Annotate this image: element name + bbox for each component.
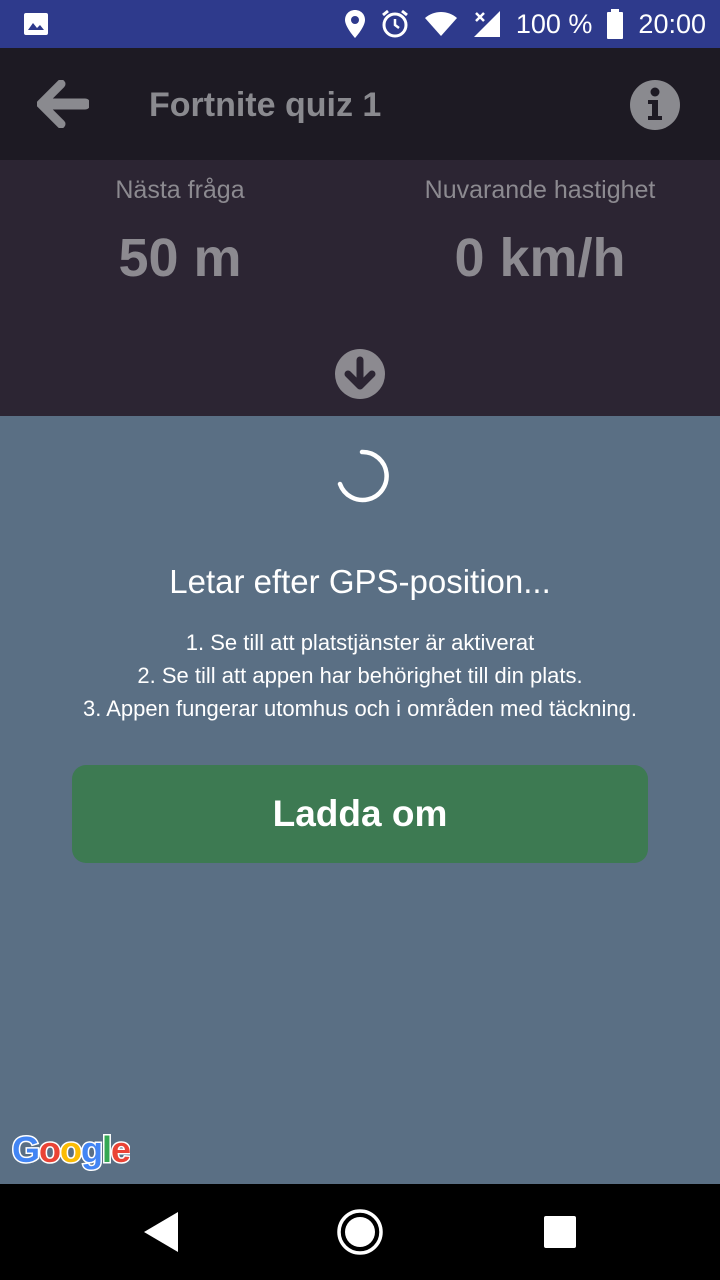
status-bar: 100 % 20:00 xyxy=(0,0,720,48)
page-title: Fortnite quiz 1 xyxy=(149,86,382,124)
google-attribution: Google xyxy=(11,1128,133,1181)
nav-recent-apps-button[interactable] xyxy=(544,1216,576,1248)
next-question-value: 50 m xyxy=(118,228,242,288)
searching-text: Letar efter GPS-position... xyxy=(169,563,551,600)
instruction-item: 3. Appen fungerar utomhus och i områden … xyxy=(82,696,637,721)
battery-percent: 100 % xyxy=(515,8,593,39)
battery-icon xyxy=(606,9,624,39)
next-question-stat: Nästa fråga 50 m xyxy=(0,174,360,290)
wifi-icon xyxy=(424,10,458,38)
clock: 20:00 xyxy=(638,8,706,39)
cellular-icon xyxy=(472,9,502,39)
expand-button[interactable] xyxy=(334,348,386,400)
arrow-left-icon xyxy=(36,79,91,133)
nav-home-button[interactable] xyxy=(336,1208,384,1256)
location-icon xyxy=(344,9,366,39)
image-icon xyxy=(22,10,50,38)
arrow-down-circle-icon xyxy=(334,349,386,404)
speed-stat: Nuvarande hastighet 0 km/h xyxy=(360,174,720,290)
info-button[interactable] xyxy=(628,78,682,132)
back-button[interactable] xyxy=(36,79,91,133)
info-icon xyxy=(628,80,682,136)
loading-spinner-icon xyxy=(334,448,390,504)
app-bar: Fortnite quiz 1 xyxy=(0,48,720,160)
reload-button[interactable]: Ladda om xyxy=(72,765,648,863)
instruction-item: 1. Se till att platstjänster är aktivera… xyxy=(185,630,535,655)
speed-label: Nuvarande hastighet xyxy=(424,176,656,204)
svg-text:Google: Google xyxy=(12,1129,130,1170)
nav-back-button[interactable] xyxy=(140,1210,184,1254)
next-question-label: Nästa fråga xyxy=(115,176,245,204)
speed-value: 0 km/h xyxy=(454,228,626,288)
instructions-list: 1. Se till att platstjänster är aktivera… xyxy=(0,626,720,725)
instruction-item: 2. Se till att appen har behörighet till… xyxy=(137,663,583,688)
alarm-icon xyxy=(380,9,410,39)
